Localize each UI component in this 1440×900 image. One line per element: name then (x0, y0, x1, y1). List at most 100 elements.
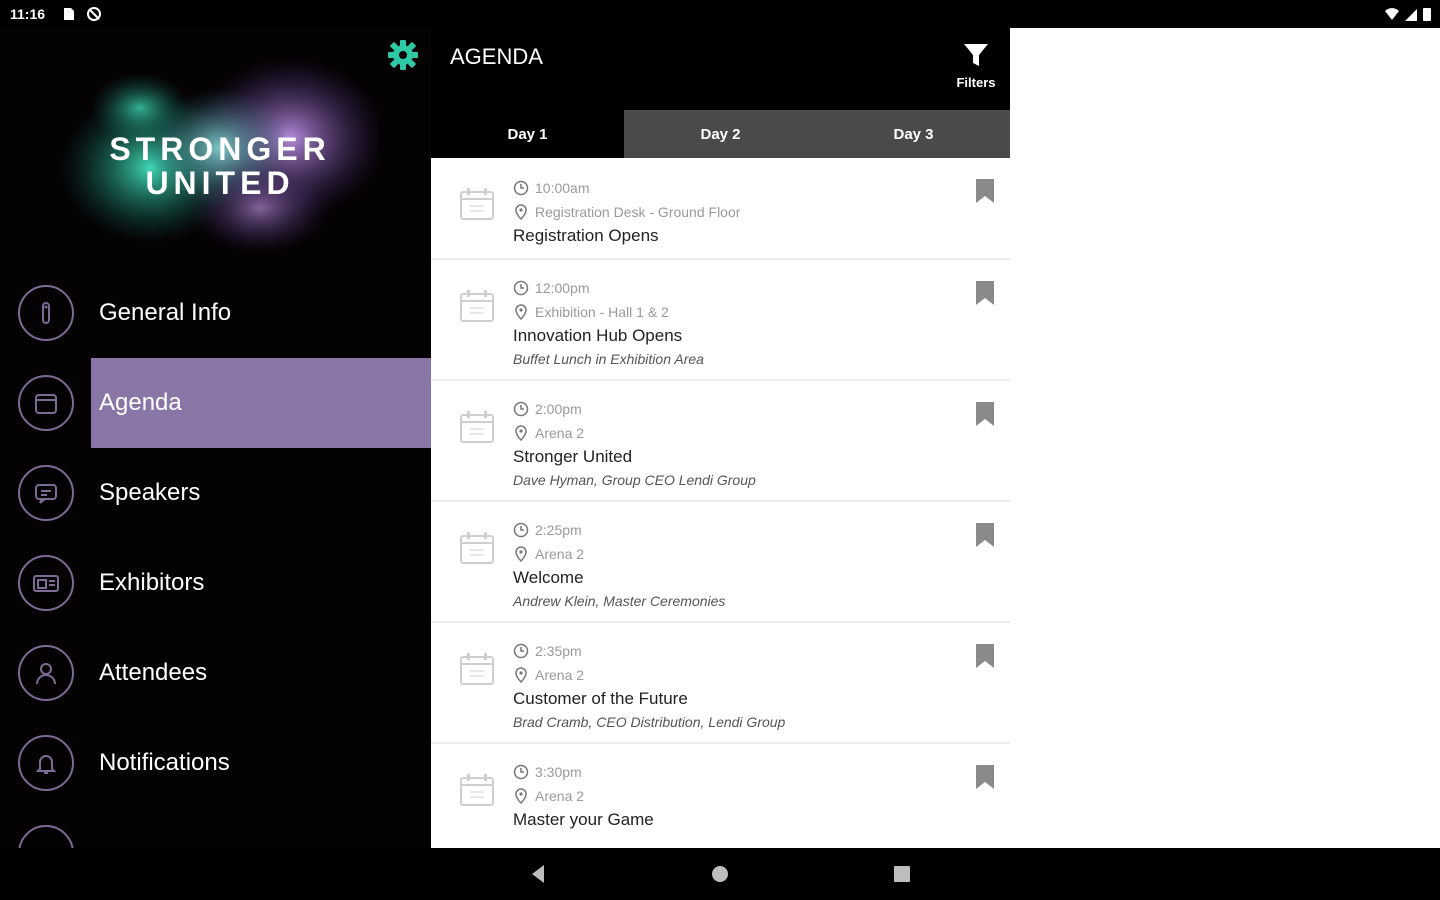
session-time: 12:00pm (535, 280, 590, 296)
calendar-icon (460, 532, 494, 564)
signal-icon (1405, 9, 1417, 21)
session-location: Exhibition - Hall 1 & 2 (535, 304, 669, 320)
menu-label: Agenda (99, 389, 182, 416)
top-header: AGENDA Filters (388, 28, 1010, 110)
home-icon[interactable] (708, 862, 732, 886)
session-subtitle: Buffet Lunch in Exhibition Area (513, 351, 704, 367)
status-bar: 11:16 (0, 0, 1440, 28)
detail-panel (1010, 28, 1440, 848)
back-icon[interactable] (526, 862, 550, 886)
session-time: 2:00pm (535, 401, 582, 417)
session-meta: 10:00am Registration Desk - Ground Floor… (513, 176, 740, 248)
menu-item-notifications[interactable]: Notifications (0, 718, 431, 808)
menu-icon-circle (17, 735, 74, 791)
clock-icon (513, 401, 529, 417)
menu-icon-circle (17, 555, 74, 611)
session-title: Innovation Hub Opens (513, 326, 683, 345)
battery-icon (1423, 8, 1431, 21)
session-row[interactable]: 2:25pm Arena 2 Welcome Andrew Klein, Mas… (431, 502, 1010, 623)
session-meta: 2:00pm Arena 2 Stronger United Dave Hyma… (513, 397, 756, 491)
wifi-icon (1385, 8, 1399, 20)
session-time-line: 10:00am (513, 176, 740, 200)
menu-item-partial[interactable] (0, 808, 431, 848)
logo-line1: STRONGER (109, 131, 331, 167)
session-time-line: 12:00pm (513, 276, 704, 300)
session-time: 2:35pm (535, 643, 582, 659)
bookmark-icon[interactable] (974, 522, 996, 548)
session-title: Master your Game (513, 810, 654, 829)
speech-icon (34, 484, 57, 504)
calendar-icon (34, 394, 57, 414)
page-title: AGENDA (450, 44, 543, 69)
session-title: Welcome (513, 568, 584, 587)
session-meta: 2:35pm Arena 2 Customer of the Future Br… (513, 639, 785, 733)
no-sync-icon (87, 7, 101, 21)
session-location-line: Arena 2 (513, 542, 725, 566)
tab-day-1[interactable]: Day 1 (431, 110, 624, 158)
calendar-icon (460, 188, 494, 220)
menu-item-general-info[interactable]: General Info (0, 268, 431, 358)
pin-icon (515, 304, 527, 320)
menu-item-attendees[interactable]: Attendees (0, 628, 431, 718)
logo-line2: UNITED (145, 165, 295, 201)
side-menu: General Info Agenda Speakers Exhibitors … (0, 268, 431, 848)
bookmark-icon[interactable] (974, 178, 996, 204)
gear-icon[interactable] (386, 38, 420, 72)
sd-card-icon (64, 8, 74, 20)
session-time: 2:25pm (535, 522, 582, 538)
calendar-icon (460, 774, 494, 806)
session-meta: 12:00pm Exhibition - Hall 1 & 2 Innovati… (513, 276, 704, 370)
menu-icon-circle (17, 285, 74, 341)
recents-icon[interactable] (890, 862, 914, 886)
pin-icon (515, 425, 527, 441)
menu-label: Notifications (99, 749, 230, 776)
pin-icon (515, 788, 527, 804)
session-location: Arena 2 (535, 667, 585, 683)
bookmark-icon[interactable] (974, 643, 996, 669)
session-location-line: Arena 2 (513, 663, 785, 687)
menu-label: Exhibitors (99, 569, 205, 596)
menu-item-agenda[interactable]: Agenda (0, 358, 431, 448)
status-time: 11:16 (10, 6, 46, 22)
session-location: Arena 2 (535, 788, 585, 804)
filters-button[interactable]: Filters (952, 42, 1000, 90)
menu-icon-circle (17, 465, 74, 521)
session-time-line: 2:25pm (513, 518, 725, 542)
pin-icon (515, 546, 527, 562)
bookmark-icon[interactable] (974, 280, 996, 306)
bookmark-icon[interactable] (974, 401, 996, 427)
menu-item-speakers[interactable]: Speakers (0, 448, 431, 538)
status-right-icons (1384, 6, 1432, 22)
session-row[interactable]: 10:00am Registration Desk - Ground Floor… (431, 158, 1010, 260)
tab-day-3[interactable]: Day 3 (817, 110, 1010, 158)
menu-item-exhibitors[interactable]: Exhibitors (0, 538, 431, 628)
session-title: Registration Opens (513, 226, 659, 245)
session-subtitle: Andrew Klein, Master Ceremonies (513, 593, 726, 609)
session-subtitle: Dave Hyman, Group CEO Lendi Group (513, 472, 756, 488)
session-row[interactable]: 12:00pm Exhibition - Hall 1 & 2 Innovati… (431, 260, 1010, 381)
bell-icon (35, 755, 56, 774)
session-row[interactable]: 3:30pm Arena 2 Master your Game (431, 744, 1010, 848)
bookmark-icon[interactable] (974, 764, 996, 790)
session-time-line: 2:00pm (513, 397, 756, 421)
session-location: Arena 2 (535, 425, 585, 441)
session-row[interactable]: 2:00pm Arena 2 Stronger United Dave Hyma… (431, 381, 1010, 502)
menu-icon-wrap (0, 808, 91, 848)
menu-icon-wrap (0, 268, 91, 358)
exhibitor-icon (32, 575, 59, 592)
system-nav-bar (0, 848, 1440, 900)
person-icon (35, 663, 56, 685)
clock-icon (513, 643, 529, 659)
session-list: 10:00am Registration Desk - Ground Floor… (431, 158, 1010, 848)
filter-icon (964, 44, 988, 66)
menu-icon-circle (17, 375, 74, 431)
menu-label: General Info (99, 299, 232, 326)
app-root: 11:16 STRONGER UNITED General Info Agend… (0, 0, 1440, 900)
filters-label: Filters (956, 75, 996, 90)
menu-icon-circle (17, 645, 74, 701)
session-location: Arena 2 (535, 546, 585, 562)
session-row[interactable]: 2:35pm Arena 2 Customer of the Future Br… (431, 623, 1010, 744)
session-time: 3:30pm (535, 764, 582, 780)
tab-day-2[interactable]: Day 2 (624, 110, 817, 158)
info-icon (41, 302, 50, 324)
